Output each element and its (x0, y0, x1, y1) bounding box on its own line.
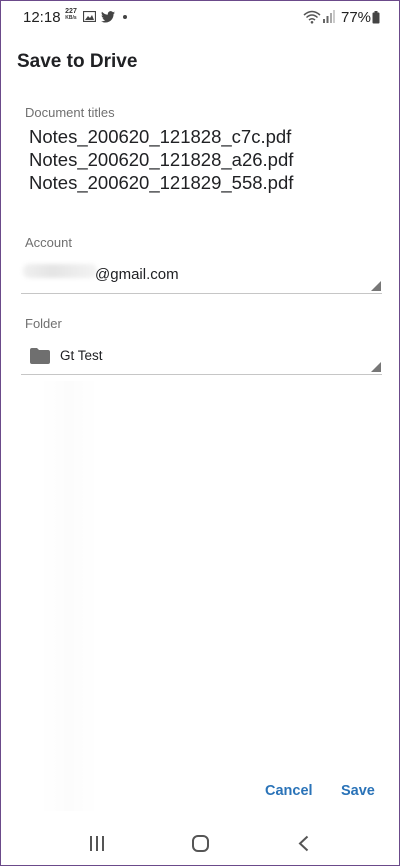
data-rate-value: 227 (65, 8, 77, 15)
cancel-button[interactable]: Cancel (265, 783, 313, 799)
screen: 12:18 227 KB/s 77% Save to Drive Documen… (0, 0, 400, 866)
document-title: Notes_200620_121828_c7c.pdf (29, 126, 292, 147)
status-bar: 12:18 227 KB/s 77% (1, 1, 399, 35)
document-titles-label: Document titles (25, 105, 115, 120)
battery-icon (372, 11, 380, 24)
recent-apps-icon[interactable] (89, 836, 105, 851)
data-rate-indicator: 227 KB/s (63, 8, 79, 21)
twitter-icon (101, 11, 115, 23)
signal-icon (323, 10, 335, 23)
status-time: 12:18 (23, 9, 61, 26)
account-label: Account (25, 235, 72, 250)
home-icon[interactable] (192, 835, 209, 852)
back-icon[interactable] (298, 835, 309, 852)
data-rate-unit: KB/s (65, 15, 77, 21)
document-title: Notes_200620_121828_a26.pdf (29, 149, 294, 170)
dropdown-arrow-icon (371, 281, 381, 291)
dropdown-arrow-icon (371, 362, 381, 372)
battery-percentage: 77% (341, 9, 372, 26)
folder-value: Gt Test (60, 348, 103, 363)
folder-label: Folder (25, 316, 62, 331)
navigation-bar (1, 819, 399, 865)
image-icon (83, 11, 96, 22)
page-title: Save to Drive (17, 51, 138, 72)
folder-icon (30, 348, 50, 364)
redacted-account-name (23, 264, 97, 278)
account-value: @gmail.com (95, 266, 179, 283)
document-titles-list: Notes_200620_121828_c7c.pdf Notes_200620… (29, 125, 293, 194)
folder-dropdown[interactable]: Gt Test (21, 339, 382, 375)
wifi-icon (303, 10, 321, 24)
account-dropdown[interactable]: @gmail.com (21, 258, 382, 294)
document-title: Notes_200620_121829_558.pdf (29, 172, 294, 193)
save-button[interactable]: Save (341, 783, 375, 799)
notification-dot (123, 15, 127, 19)
background-shade (39, 381, 99, 811)
